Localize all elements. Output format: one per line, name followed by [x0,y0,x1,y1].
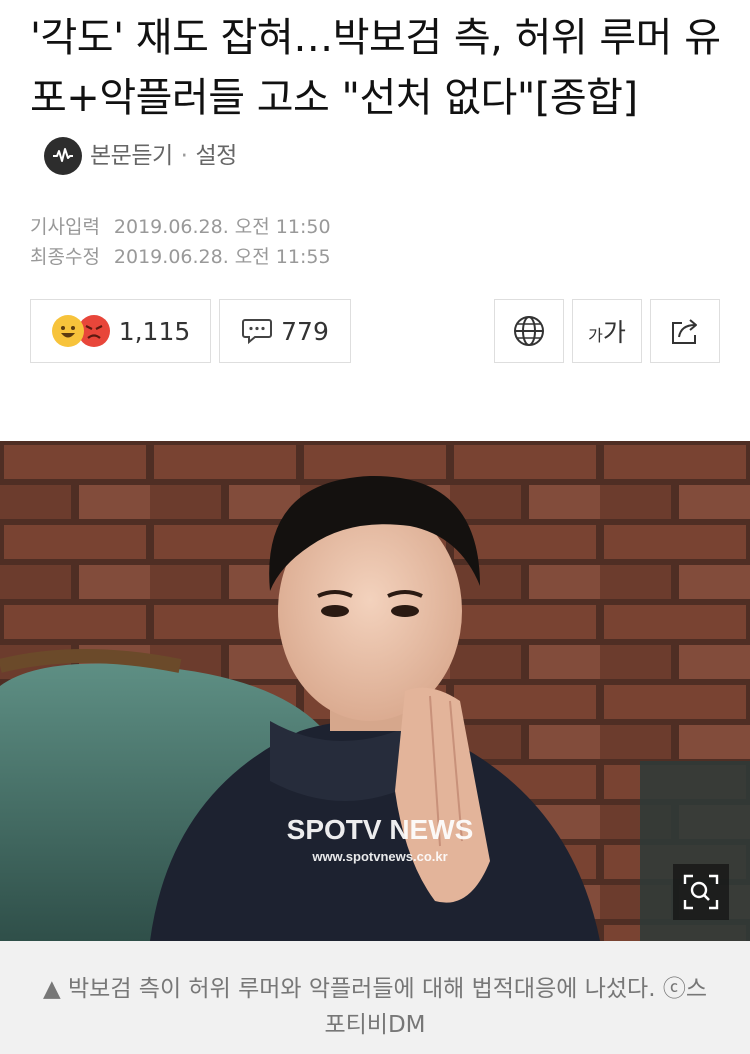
font-size-large: 가 [602,318,626,347]
listen-button[interactable]: 본문듣기 [90,136,173,176]
published-label: 기사입력 [30,216,100,238]
article-photo[interactable]: SPOTV NEWS www.spotvnews.co.kr [0,441,750,941]
watermark-url: www.spotvnews.co.kr [311,849,447,864]
photo-illustration: SPOTV NEWS www.spotvnews.co.kr [0,441,750,941]
modified-label: 최종수정 [30,246,100,268]
share-button[interactable] [650,299,720,363]
listen-controls: 본문듣기 · 설정 [44,136,237,176]
watermark-brand: SPOTV NEWS [287,814,474,845]
comment-count: 779 [281,316,329,346]
headline-text: '각도' 재도 잡혀…박보검 측, 허위 루머 유포+악플러들 고소 "선처 없… [30,15,721,121]
comment-button[interactable]: 779 [219,299,351,363]
published-row: 기사입력 2019.06.28. 오전 11:50 [30,212,331,242]
smile-emoji-icon [51,314,85,348]
separator: · [180,143,188,169]
font-size-small: 가 [588,326,603,345]
font-size-button[interactable]: 가가 [572,299,642,363]
comment-bubble-icon [241,316,273,346]
modified-time: 2019.06.28. 오전 11:55 [113,246,331,268]
settings-link[interactable]: 설정 [195,136,237,176]
globe-icon [512,314,546,348]
zoom-button[interactable] [673,864,729,920]
article-headline: '각도' 재도 잡혀…박보검 측, 허위 루머 유포+악플러들 고소 "선처 없… [30,8,730,188]
share-icon [668,315,702,347]
photo-caption-area: ▲ 박보검 측이 허위 루머와 악플러들에 대해 법적대응에 나섰다. ⓒ스포티… [0,941,750,1054]
reaction-count: 1,115 [118,316,191,346]
reaction-button[interactable]: 1,115 [30,299,211,363]
photo-caption: ▲ 박보검 측이 허위 루머와 악플러들에 대해 법적대응에 나섰다. ⓒ스포티… [43,976,707,1038]
modified-row: 최종수정 2019.06.28. 오전 11:55 [30,242,331,272]
published-time: 2019.06.28. 오전 11:50 [113,216,331,238]
listen-icon[interactable] [44,137,82,175]
article-meta: 기사입력 2019.06.28. 오전 11:50 최종수정 2019.06.28.… [30,212,331,272]
translate-button[interactable] [494,299,564,363]
zoom-icon [681,872,721,912]
